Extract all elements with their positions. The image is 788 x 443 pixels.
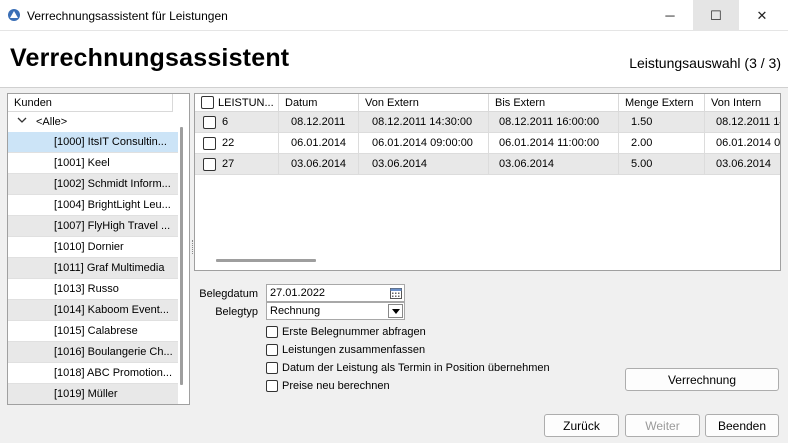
title-bar: Verrechnungsassistent für Leistungen ─ ☐…: [0, 0, 788, 31]
cell-bis-extern: 06.01.2014 11:00:00: [489, 133, 619, 154]
option-datum-als-termin[interactable]: Datum der Leistung als Termin in Positio…: [266, 362, 550, 374]
kunden-item[interactable]: [1000] ItsIT Consultin...: [8, 132, 178, 153]
kunden-item[interactable]: [1018] ABC Promotion...: [8, 363, 178, 384]
cell-von-extern: 03.06.2014: [359, 154, 489, 175]
cell-menge-extern: 2.00: [619, 133, 705, 154]
cell-leistung: 27: [195, 154, 279, 175]
column-header-bis-extern[interactable]: Bis Extern: [489, 94, 619, 112]
column-header-von-intern[interactable]: Von Intern: [705, 94, 780, 112]
table-row[interactable]: 22 06.01.2014 06.01.2014 09:00:00 06.01.…: [195, 133, 781, 154]
belegdatum-value: 27.01.2022: [270, 287, 326, 299]
row-checkbox[interactable]: [203, 137, 216, 150]
kunden-item[interactable]: [1007] FlyHigh Travel ...: [8, 216, 178, 237]
cell-datum: 06.01.2014: [279, 133, 359, 154]
option-zusammenfassen[interactable]: Leistungen zusammenfassen: [266, 344, 425, 356]
kunden-item[interactable]: [1013] Russo: [8, 279, 178, 300]
row-checkbox[interactable]: [203, 158, 216, 171]
header-separator: [172, 94, 173, 112]
cell-leistung-value: 27: [222, 158, 235, 170]
cell-bis-extern: 03.06.2014: [489, 154, 619, 175]
column-header-menge-extern[interactable]: Menge Extern: [619, 94, 705, 112]
cell-bis-extern: 08.12.2011 16:00:00: [489, 112, 619, 133]
finish-button[interactable]: Beenden: [705, 414, 779, 437]
grid-horizontal-scrollbar[interactable]: [216, 259, 316, 262]
kunden-item[interactable]: [1015] Calabrese: [8, 321, 178, 342]
belegdatum-field[interactable]: 27.01.2022: [266, 284, 405, 302]
cell-von-extern: 08.12.2011 14:30:00: [359, 112, 489, 133]
kunden-item[interactable]: [1002] Schmidt Inform...: [8, 174, 178, 195]
tree-node-all[interactable]: <Alle>: [8, 113, 178, 132]
window-title: Verrechnungsassistent für Leistungen: [27, 9, 228, 23]
kunden-item[interactable]: [1011] Graf Multimedia: [8, 258, 178, 279]
cell-leistung-value: 22: [222, 137, 235, 149]
kunden-item[interactable]: [1019] Müller: [8, 384, 178, 404]
select-all-checkbox[interactable]: [201, 96, 214, 109]
checkbox-label: Preise neu berechnen: [282, 380, 390, 392]
chevron-down-icon[interactable]: [17, 115, 27, 128]
kunden-item[interactable]: [1001] Keel: [8, 153, 178, 174]
kunden-item[interactable]: [1010] Dornier: [8, 237, 178, 258]
table-row[interactable]: 27 03.06.2014 03.06.2014 03.06.2014 5.00…: [195, 154, 780, 175]
kunden-item[interactable]: [1014] Kaboom Event...: [8, 300, 178, 321]
kunden-scrollbar[interactable]: [180, 127, 183, 385]
cell-von-intern: 03.06.2014: [716, 158, 772, 170]
belegdatum-label: Belegdatum: [199, 288, 258, 300]
app-icon: [8, 9, 20, 21]
option-erste-belegnummer[interactable]: Erste Belegnummer abfragen: [266, 326, 426, 338]
kunden-tree[interactable]: Kunden <Alle> [1000] ItsIT Consultin... …: [7, 93, 190, 405]
maximize-button[interactable]: ☐: [693, 0, 739, 31]
maximize-icon: ☐: [710, 7, 722, 23]
verrechnung-button[interactable]: Verrechnung: [625, 368, 779, 391]
column-header-von-extern[interactable]: Von Extern: [359, 94, 489, 112]
cell-von-intern: 08.12.2011 14:30:00: [716, 116, 780, 128]
checkbox[interactable]: [266, 326, 278, 338]
next-button[interactable]: Weiter: [625, 414, 700, 437]
checkbox[interactable]: [266, 344, 278, 356]
back-button[interactable]: Zurück: [544, 414, 619, 437]
tree-node-all-label: <Alle>: [36, 116, 68, 128]
calendar-icon[interactable]: [390, 287, 402, 299]
minimize-button[interactable]: ─: [647, 0, 693, 31]
column-header-label: LEISTUN...: [218, 97, 274, 109]
page-title: Verrechnungsassistent: [10, 44, 290, 72]
close-icon: ✕: [756, 7, 768, 23]
grid-header: LEISTUN... Datum Von Extern Bis Extern M…: [195, 94, 780, 112]
column-header-leistung[interactable]: LEISTUN...: [195, 94, 279, 112]
cell-von-intern: 06.01.2014 09:00:00: [716, 137, 781, 149]
column-header-datum[interactable]: Datum: [279, 94, 359, 112]
wizard-header: Verrechnungsassistent Leistungsauswahl (…: [0, 31, 788, 88]
table-row[interactable]: 6 08.12.2011 08.12.2011 14:30:00 08.12.2…: [195, 112, 780, 133]
row-checkbox[interactable]: [203, 116, 216, 129]
close-button[interactable]: ✕: [739, 0, 785, 31]
cell-leistung: 6: [195, 112, 279, 133]
leistungen-grid[interactable]: LEISTUN... Datum Von Extern Bis Extern M…: [194, 93, 781, 271]
cell-menge-extern: 5.00: [619, 154, 705, 175]
minimize-icon: ─: [665, 8, 675, 23]
cell-leistung-value: 6: [222, 116, 229, 128]
cell-von-extern: 06.01.2014 09:00:00: [359, 133, 489, 154]
checkbox-label: Leistungen zusammenfassen: [282, 344, 426, 356]
option-preise-neu[interactable]: Preise neu berechnen: [266, 380, 390, 392]
checkbox[interactable]: [266, 362, 278, 374]
belegtyp-label: Belegtyp: [215, 306, 258, 318]
checkbox-label: Erste Belegnummer abfragen: [282, 326, 426, 338]
cell-datum: 03.06.2014: [279, 154, 359, 175]
belegtyp-value: Rechnung: [270, 305, 321, 317]
dropdown-arrow-icon[interactable]: [388, 304, 403, 318]
kunden-header: Kunden: [8, 94, 172, 112]
step-indicator: Leistungsauswahl (3 / 3): [629, 55, 781, 71]
checkbox[interactable]: [266, 380, 278, 392]
kunden-item[interactable]: [1016] Boulangerie Ch...: [8, 342, 178, 363]
kunden-item[interactable]: [1004] BrightLight Leu...: [8, 195, 178, 216]
checkbox-label: Datum der Leistung als Termin in Positio…: [282, 362, 550, 374]
cell-datum: 08.12.2011: [279, 112, 359, 133]
cell-menge-extern: 1.50: [619, 112, 705, 133]
cell-leistung: 22: [195, 133, 279, 154]
belegtyp-select[interactable]: Rechnung: [266, 302, 405, 320]
